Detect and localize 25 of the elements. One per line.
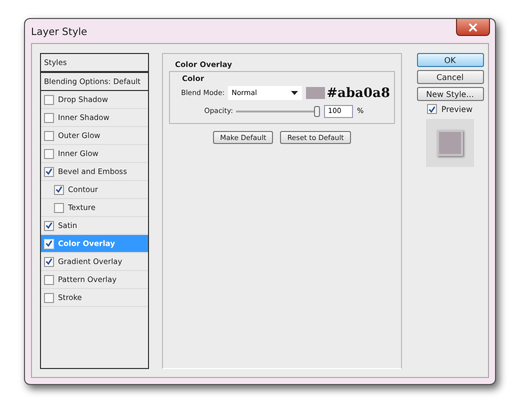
checkbox[interactable]	[427, 104, 438, 114]
ok-button[interactable]: OK	[416, 53, 484, 67]
checkbox[interactable]	[44, 166, 54, 176]
preview-swatch-drawing	[437, 130, 463, 156]
checkbox[interactable]	[44, 220, 54, 230]
checkbox[interactable]	[54, 184, 64, 194]
checkbox[interactable]	[44, 130, 54, 140]
color-swatch[interactable]	[306, 87, 325, 99]
checkbox[interactable]	[44, 292, 54, 302]
checkbox[interactable]	[44, 148, 54, 158]
checkbox-label: Preview	[441, 104, 473, 114]
checkbox[interactable]	[44, 112, 54, 122]
caret-icon	[290, 89, 298, 97]
window-title: Layer Style	[31, 27, 88, 38]
cancel-button[interactable]: Cancel	[416, 70, 484, 84]
color-code-annotation: #aba0a8	[326, 86, 390, 100]
checkbox[interactable]	[44, 274, 54, 284]
checkbox[interactable]	[44, 94, 54, 104]
checkbox[interactable]	[54, 202, 64, 212]
checkbox[interactable]	[44, 238, 54, 248]
close-button[interactable]	[456, 19, 490, 36]
slider-thumb[interactable]	[314, 106, 320, 116]
checkbox[interactable]	[44, 256, 54, 266]
new-style-button[interactable]: New Style...	[416, 87, 484, 101]
close-icon	[468, 22, 478, 32]
